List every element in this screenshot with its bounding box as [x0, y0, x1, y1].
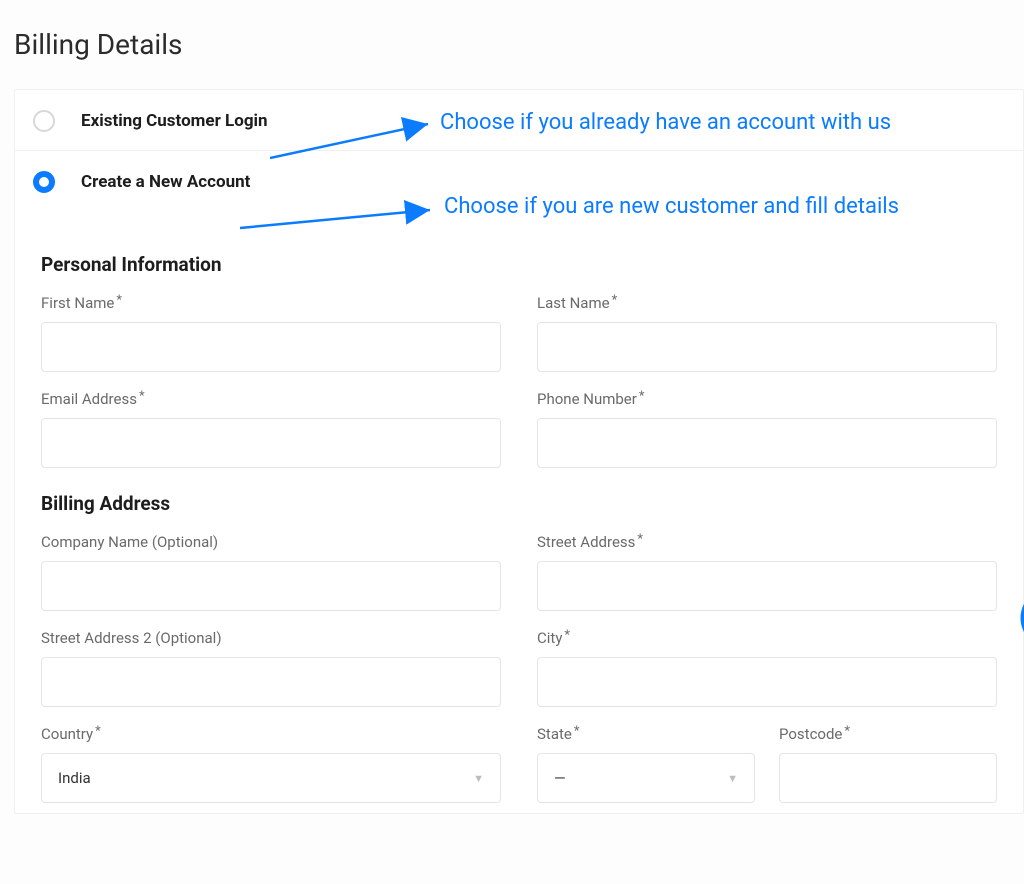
label-country: Country* [41, 725, 501, 743]
company-input[interactable] [41, 561, 501, 611]
label-postcode: Postcode* [779, 725, 997, 743]
label-state: State* [537, 725, 755, 743]
radio-on-icon [33, 171, 55, 193]
postcode-input[interactable] [779, 753, 997, 803]
country-select[interactable]: India ▼ [41, 753, 501, 803]
radio-off-icon [33, 110, 55, 132]
first-name-input[interactable] [41, 322, 501, 372]
label-street2: Street Address 2 (Optional) [41, 629, 501, 647]
country-value: India [58, 769, 91, 787]
phone-input[interactable] [537, 418, 997, 468]
state-value: — [554, 769, 566, 787]
billing-panel: Existing Customer Login Create a New Acc… [14, 89, 1024, 814]
label-street: Street Address* [537, 533, 997, 551]
option-existing-label: Existing Customer Login [81, 111, 268, 131]
chevron-down-icon: ▼ [727, 772, 738, 785]
label-company: Company Name (Optional) [41, 533, 501, 551]
chevron-down-icon: ▼ [473, 772, 484, 785]
label-last-name: Last Name* [537, 294, 997, 312]
street-input[interactable] [537, 561, 997, 611]
state-select[interactable]: — ▼ [537, 753, 755, 803]
last-name-input[interactable] [537, 322, 997, 372]
section-billing: Billing Address [41, 492, 997, 515]
city-input[interactable] [537, 657, 997, 707]
label-phone: Phone Number* [537, 390, 997, 408]
street2-input[interactable] [41, 657, 501, 707]
label-first-name: First Name* [41, 294, 501, 312]
label-email: Email Address* [41, 390, 501, 408]
option-create-label: Create a New Account [81, 172, 250, 192]
page-title: Billing Details [14, 28, 1024, 61]
email-input[interactable] [41, 418, 501, 468]
option-create-account[interactable]: Create a New Account [15, 151, 1023, 211]
label-city: City* [537, 629, 997, 647]
section-personal: Personal Information [41, 253, 997, 276]
option-existing-customer[interactable]: Existing Customer Login [15, 90, 1023, 151]
